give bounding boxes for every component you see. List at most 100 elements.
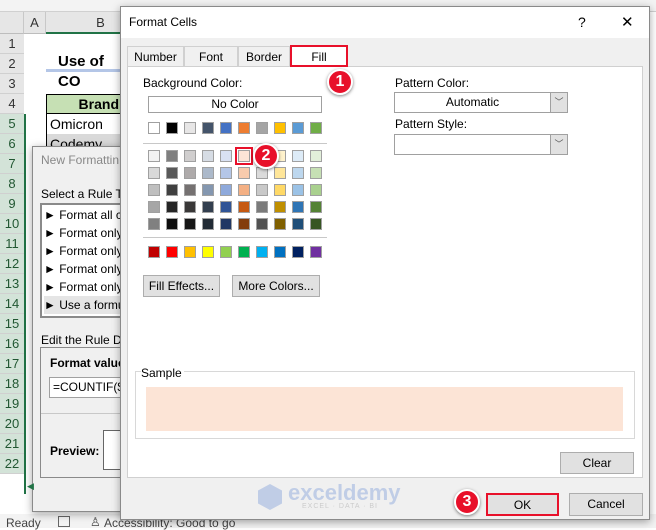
- row-header-17[interactable]: 17: [0, 354, 24, 374]
- chevron-down-icon[interactable]: ﹀: [550, 93, 567, 112]
- tint-color-swatch[interactable]: [148, 218, 160, 230]
- row-header-9[interactable]: 9: [0, 194, 24, 214]
- tint-color-swatch[interactable]: [274, 167, 286, 179]
- close-icon[interactable]: ✕: [621, 13, 634, 31]
- tint-color-swatch[interactable]: [292, 201, 304, 213]
- standard-color-swatch[interactable]: [238, 246, 250, 258]
- rule-type-item[interactable]: ► Format only: [44, 224, 120, 242]
- theme-color-swatch[interactable]: [184, 122, 196, 134]
- row-header-21[interactable]: 21: [0, 434, 24, 454]
- tint-color-swatch[interactable]: [148, 150, 160, 162]
- row-header-10[interactable]: 10: [0, 214, 24, 234]
- rule-type-item[interactable]: ► Use a formu: [44, 296, 120, 314]
- column-header-a[interactable]: A: [24, 12, 46, 34]
- row-header-15[interactable]: 15: [0, 314, 24, 334]
- tint-color-swatch[interactable]: [148, 167, 160, 179]
- row-header-8[interactable]: 8: [0, 174, 24, 194]
- standard-color-swatch[interactable]: [292, 246, 304, 258]
- tab-font[interactable]: Font: [184, 46, 238, 67]
- chevron-down-icon[interactable]: ﹀: [550, 135, 567, 154]
- help-button[interactable]: ?: [578, 14, 586, 30]
- tint-color-swatch[interactable]: [292, 167, 304, 179]
- tint-color-swatch[interactable]: [166, 201, 178, 213]
- theme-color-swatch[interactable]: [274, 122, 286, 134]
- theme-color-swatch[interactable]: [220, 122, 232, 134]
- standard-color-swatch[interactable]: [256, 246, 268, 258]
- tint-color-swatch[interactable]: [310, 218, 322, 230]
- tab-border[interactable]: Border: [238, 46, 290, 67]
- theme-color-swatch[interactable]: [238, 122, 250, 134]
- rule-type-item[interactable]: ► Format only: [44, 260, 120, 278]
- row-header-16[interactable]: 16: [0, 334, 24, 354]
- tint-color-swatch[interactable]: [310, 201, 322, 213]
- tint-color-swatch[interactable]: [166, 150, 178, 162]
- tint-color-swatch[interactable]: [202, 218, 214, 230]
- rule-type-item[interactable]: ► Format all c: [44, 206, 120, 224]
- tint-color-swatch[interactable]: [148, 184, 160, 196]
- tint-color-swatch[interactable]: [256, 218, 268, 230]
- row-header-13[interactable]: 13: [0, 274, 24, 294]
- tint-color-swatch[interactable]: [184, 167, 196, 179]
- tint-color-swatch[interactable]: [256, 184, 268, 196]
- standard-color-swatch[interactable]: [310, 246, 322, 258]
- tint-color-swatch[interactable]: [220, 184, 232, 196]
- tint-color-swatch[interactable]: [238, 201, 250, 213]
- macro-record-icon[interactable]: [58, 516, 70, 527]
- tint-color-swatch[interactable]: [202, 150, 214, 162]
- pattern-color-dropdown[interactable]: Automatic ﹀: [394, 92, 568, 113]
- standard-color-swatch[interactable]: [148, 246, 160, 258]
- tint-color-swatch[interactable]: [238, 218, 250, 230]
- row-header-1[interactable]: 1: [0, 34, 24, 54]
- tint-color-swatch[interactable]: [148, 201, 160, 213]
- tint-color-swatch[interactable]: [202, 167, 214, 179]
- tint-color-swatch[interactable]: [166, 218, 178, 230]
- theme-color-swatch[interactable]: [148, 122, 160, 134]
- fill-effects-button[interactable]: Fill Effects...: [143, 275, 220, 297]
- cell-b5[interactable]: Omicron: [46, 114, 126, 134]
- tint-color-swatch[interactable]: [166, 184, 178, 196]
- accessibility-icon[interactable]: ♙: [90, 515, 101, 529]
- row-header-20[interactable]: 20: [0, 414, 24, 434]
- row-header-7[interactable]: 7: [0, 154, 24, 174]
- tint-color-swatch[interactable]: [184, 201, 196, 213]
- theme-color-swatch[interactable]: [166, 122, 178, 134]
- tint-color-swatch[interactable]: [256, 201, 268, 213]
- tint-color-swatch[interactable]: [166, 167, 178, 179]
- no-color-button[interactable]: No Color: [148, 96, 322, 113]
- tint-color-swatch[interactable]: [292, 150, 304, 162]
- tint-color-swatch[interactable]: [238, 167, 250, 179]
- tint-color-swatch[interactable]: [310, 167, 322, 179]
- tint-color-swatch[interactable]: [220, 218, 232, 230]
- tint-color-swatch[interactable]: [220, 167, 232, 179]
- tint-color-swatch[interactable]: [274, 201, 286, 213]
- row-header-12[interactable]: 12: [0, 254, 24, 274]
- tint-color-swatch[interactable]: [220, 201, 232, 213]
- row-header-14[interactable]: 14: [0, 294, 24, 314]
- theme-color-swatch[interactable]: [310, 122, 322, 134]
- row-header-5[interactable]: 5: [0, 114, 24, 134]
- tint-color-swatch[interactable]: [292, 184, 304, 196]
- clear-button[interactable]: Clear: [560, 452, 634, 474]
- standard-color-swatch[interactable]: [184, 246, 196, 258]
- tint-color-swatch[interactable]: [292, 218, 304, 230]
- standard-color-swatch[interactable]: [220, 246, 232, 258]
- tint-color-swatch[interactable]: [220, 150, 232, 162]
- tab-fill[interactable]: Fill: [290, 45, 348, 67]
- row-header-6[interactable]: 6: [0, 134, 24, 154]
- cancel-button[interactable]: Cancel: [569, 493, 643, 516]
- rule-type-item[interactable]: ► Format only: [44, 278, 120, 296]
- theme-color-swatch[interactable]: [202, 122, 214, 134]
- select-all-corner[interactable]: [0, 12, 24, 34]
- tint-color-swatch[interactable]: [202, 201, 214, 213]
- standard-color-swatch[interactable]: [166, 246, 178, 258]
- row-header-3[interactable]: 3: [0, 74, 24, 94]
- scroll-left-arrow[interactable]: ◀: [27, 481, 34, 492]
- theme-color-swatch[interactable]: [292, 122, 304, 134]
- ok-button[interactable]: OK: [486, 493, 559, 516]
- tint-color-swatch[interactable]: [274, 184, 286, 196]
- tint-color-swatch[interactable]: [310, 150, 322, 162]
- standard-color-swatch[interactable]: [274, 246, 286, 258]
- rule-type-item[interactable]: ► Format only: [44, 242, 120, 260]
- row-header-19[interactable]: 19: [0, 394, 24, 414]
- row-header-22[interactable]: 22: [0, 454, 24, 474]
